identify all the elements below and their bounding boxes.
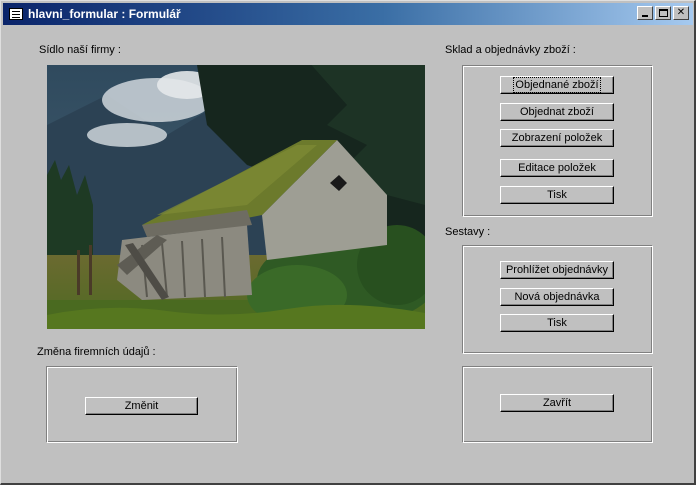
change-button[interactable]: Změnit [85,397,198,415]
headquarters-photo [47,65,425,329]
maximize-icon [658,9,668,17]
new-order-label: Nová objednávka [514,291,600,303]
minimize-button[interactable] [637,6,653,20]
title-bar[interactable]: hlavni_formular : Formulář ✕ [3,3,693,25]
close-form-label: Zavřít [542,397,572,409]
window-controls: ✕ [635,6,689,20]
ordered-goods-label: Objednané zboží [513,77,601,93]
reports-label: Sestavy : [445,226,491,238]
old-house-image [47,65,425,329]
order-goods-label: Objednat zboží [520,106,594,118]
close-form-button[interactable]: Zavřít [500,394,614,412]
close-window-button[interactable]: ✕ [673,6,689,20]
view-orders-label: Prohlížet objednávky [505,264,609,276]
edit-items-label: Editace položek [518,162,596,174]
show-items-button[interactable]: Zobrazení položek [500,129,614,147]
form-window: hlavni_formular : Formulář ✕ Sídlo naší … [0,0,696,485]
window-title: hlavni_formular : Formulář [28,7,181,21]
edit-items-button[interactable]: Editace položek [500,159,614,177]
report-print-button[interactable]: Tisk [500,314,614,332]
headquarters-label: Sídlo naší firmy : [39,44,121,56]
stock-print-button[interactable]: Tisk [500,186,614,204]
show-items-label: Zobrazení položek [511,132,603,144]
stock-print-label: Tisk [547,189,567,201]
close-icon: ✕ [676,7,686,18]
form-icon[interactable] [9,8,23,20]
stock-orders-label: Sklad a objednávky zboží : [445,44,576,56]
view-orders-button[interactable]: Prohlížet objednávky [500,261,614,279]
minimize-icon [642,15,648,17]
maximize-button[interactable] [655,6,671,20]
order-goods-button[interactable]: Objednat zboží [500,103,614,121]
change-label: Změnit [124,400,159,412]
new-order-button[interactable]: Nová objednávka [500,288,614,306]
report-print-label: Tisk [547,317,567,329]
ordered-goods-button[interactable]: Objednané zboží [500,76,614,94]
company-change-label: Změna firemních údajů : [37,346,156,358]
